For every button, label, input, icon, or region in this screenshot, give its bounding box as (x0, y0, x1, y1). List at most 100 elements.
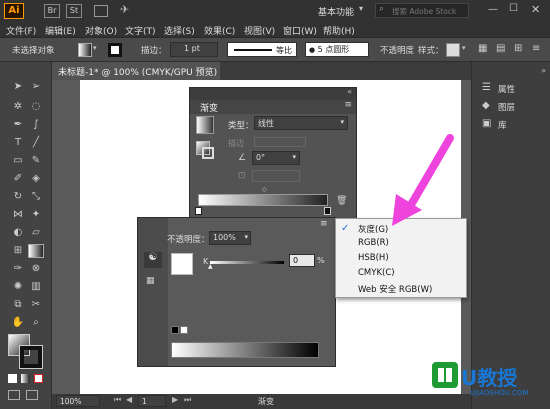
gradient-tool-icon[interactable] (28, 244, 44, 258)
menu-item-hsb[interactable]: HSB(H) (336, 253, 466, 267)
menu-help[interactable]: 帮助(H) (323, 24, 355, 37)
zoom-field[interactable]: 100% (56, 395, 100, 407)
gradient-side-icon[interactable]: ☯ (144, 252, 162, 268)
gradient-stop-left[interactable] (195, 207, 202, 215)
search-field[interactable]: ⌕ 搜索 Adobe Stock (375, 3, 469, 18)
more-options-icon[interactable]: ≡ (532, 43, 540, 54)
pen-tool-icon[interactable]: ✒ (10, 118, 26, 132)
black-swatch[interactable] (171, 326, 179, 334)
next-page-icon[interactable]: ▶ (172, 395, 178, 404)
zoom-tool-icon[interactable]: ⌕ (28, 316, 44, 330)
menu-view[interactable]: 视图(V) (244, 24, 275, 37)
menu-object[interactable]: 对象(O) (85, 24, 117, 37)
width-tool-icon[interactable]: ⋈ (10, 208, 26, 222)
menu-type[interactable]: 文字(T) (125, 24, 156, 37)
brush-tool-icon[interactable]: ✈ (120, 3, 129, 16)
gradient-type-dropdown[interactable]: 线性 ▾ (254, 116, 348, 130)
stop-opacity-field[interactable]: 100% ▾ (209, 231, 251, 245)
page-field[interactable]: 1 (138, 395, 166, 407)
puppet-warp-icon[interactable]: ✦ (28, 208, 44, 222)
magic-wand-icon[interactable]: ✲ (10, 100, 26, 114)
line-tool-icon[interactable]: ╱ (28, 136, 44, 150)
k-channel-slider[interactable] (210, 261, 284, 264)
gradient-panel-titlebar[interactable]: « (190, 87, 356, 100)
gradient-mode-icon[interactable] (21, 374, 30, 383)
stock-button[interactable]: St (66, 4, 82, 18)
scale-icon[interactable]: ⤡ (28, 190, 44, 204)
libraries-icon[interactable]: ▣ (482, 118, 491, 129)
fill-chevron-icon[interactable]: ▾ (93, 44, 97, 52)
workspace-switcher[interactable]: 基本功能 (318, 5, 354, 18)
spectrum-bar[interactable] (171, 342, 319, 358)
selection-tool-icon[interactable]: ➤ (10, 80, 26, 94)
style-swatch[interactable] (446, 43, 460, 57)
stroke-profile-dropdown[interactable]: 等比 (227, 42, 297, 57)
draw-mode-icon[interactable] (8, 390, 20, 400)
shaper-icon[interactable]: ✐ (10, 172, 26, 186)
close-button[interactable]: ✕ (531, 3, 540, 16)
menu-effect[interactable]: 效果(C) (204, 24, 235, 37)
none-mode-icon[interactable] (34, 374, 43, 383)
gradient-slider[interactable] (198, 194, 328, 206)
eyedropper-icon[interactable]: ✑ (10, 262, 26, 276)
rotate-icon[interactable]: ↻ (10, 190, 26, 204)
delete-stop-icon[interactable]: 🗑 (336, 196, 347, 206)
mesh-tool-icon[interactable]: ⊞ (10, 244, 26, 258)
fill-swatch[interactable] (78, 43, 92, 57)
stroke-swatch[interactable] (108, 43, 122, 57)
midpoint-diamond-icon[interactable]: ◇ (262, 186, 267, 193)
stroke-mini-icon[interactable] (202, 147, 214, 159)
hand-tool-icon[interactable]: ✋ (10, 316, 26, 330)
minimize-button[interactable]: — (488, 4, 498, 15)
brush-definition-dropdown[interactable]: ● 5 点圆形 (305, 42, 369, 57)
document-tab[interactable]: 未标题-1* @ 100% (CMYK/GPU 预览) (52, 62, 220, 80)
stroke-color-box[interactable] (19, 345, 43, 369)
opacity-label[interactable]: 不透明度 (380, 44, 414, 56)
maximize-button[interactable]: ☐ (509, 3, 518, 14)
properties-label[interactable]: 属性 (498, 83, 515, 95)
panel-menu-icon[interactable]: ≡ (344, 100, 352, 110)
layers-label[interactable]: 图层 (498, 101, 515, 113)
libraries-label[interactable]: 库 (498, 119, 507, 131)
preferences-icon[interactable]: ▤ (496, 43, 505, 54)
dock-collapse-icon[interactable]: » (541, 66, 546, 75)
document-setup-icon[interactable]: ▦ (478, 43, 487, 54)
rectangle-tool-icon[interactable]: ▭ (10, 154, 26, 168)
first-page-icon[interactable]: ⏮ (114, 395, 121, 405)
last-page-icon[interactable]: ⏭ (184, 395, 191, 405)
flyout-trigger-icon[interactable]: ≡ (320, 219, 328, 229)
perspective-grid-icon[interactable]: ▱ (28, 226, 44, 240)
menu-window[interactable]: 窗口(W) (283, 24, 317, 37)
workspace-chevron-icon[interactable]: ▾ (359, 4, 363, 13)
type-tool-icon[interactable]: T (10, 136, 26, 150)
gradient-stop-right[interactable] (324, 207, 331, 215)
paintbrush-icon[interactable]: ✎ (28, 154, 44, 168)
artboard-tool-icon[interactable]: ⧉ (10, 298, 26, 312)
arrange-documents-icon[interactable] (94, 5, 108, 17)
screen-mode-icon[interactable] (26, 390, 38, 400)
style-chevron-icon[interactable]: ▾ (462, 44, 466, 52)
shape-builder-icon[interactable]: ◐ (10, 226, 26, 240)
angle-field[interactable]: 0° ▾ (252, 151, 300, 165)
prev-page-icon[interactable]: ◀ (126, 395, 132, 404)
curvature-icon[interactable]: ∫ (28, 118, 44, 132)
swatch-side-icon[interactable]: ▦ (146, 276, 155, 286)
menu-item-web-safe-rgb[interactable]: Web 安全 RGB(W) (336, 283, 466, 297)
slice-tool-icon[interactable]: ✂ (28, 298, 44, 312)
menu-file[interactable]: 文件(F) (6, 24, 36, 37)
stop-color-swatch[interactable] (171, 253, 193, 275)
gradient-preview-swatch[interactable] (196, 116, 214, 134)
k-value-field[interactable]: 0 (289, 254, 315, 267)
graph-tool-icon[interactable]: ▥ (28, 280, 44, 294)
menu-select[interactable]: 选择(S) (164, 24, 195, 37)
bridge-button[interactable]: Br (44, 4, 60, 18)
collapse-icon[interactable]: « (347, 87, 352, 96)
color-mode-icon[interactable] (8, 374, 17, 383)
direct-selection-icon[interactable]: ➢ (28, 80, 44, 94)
k-slider-thumb-icon[interactable]: ▲ (208, 263, 213, 270)
lasso-icon[interactable]: ◌ (28, 100, 44, 114)
layers-icon[interactable]: ◆ (482, 100, 490, 111)
menu-item-cmyk[interactable]: CMYK(C) (336, 268, 466, 282)
menu-item-rgb[interactable]: RGB(R) (336, 238, 466, 252)
white-swatch[interactable] (180, 326, 188, 334)
